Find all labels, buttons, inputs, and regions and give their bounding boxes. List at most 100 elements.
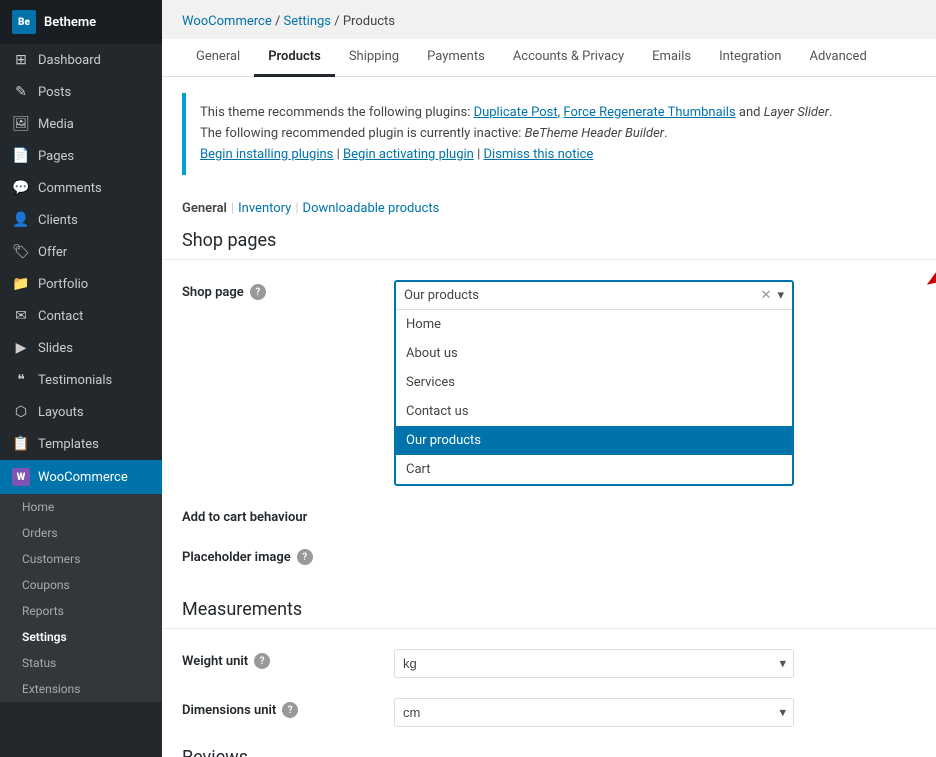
- sidebar-label-clients: Clients: [38, 213, 78, 228]
- sidebar-item-layouts[interactable]: ⬡ Layouts: [0, 396, 162, 428]
- sidebar-item-offer[interactable]: 🏷 Offer: [0, 236, 162, 268]
- shop-page-arrow-icon: ▾: [777, 288, 784, 303]
- submenu-item-status[interactable]: Status: [0, 650, 162, 676]
- comments-icon: 💬: [12, 180, 30, 196]
- sidebar-item-contact[interactable]: ✉ Contact: [0, 300, 162, 332]
- sub-tab-inventory[interactable]: Inventory: [238, 201, 291, 216]
- sidebar-logo: Be Betheme: [0, 0, 162, 44]
- shop-page-control: Our products ✕ ▾ Home About us Services …: [394, 280, 916, 486]
- dropdown-item-our-products[interactable]: Our products: [396, 426, 792, 455]
- notice-activate-link[interactable]: Begin activating plugin: [343, 147, 474, 162]
- submenu-item-settings[interactable]: Settings: [0, 624, 162, 650]
- weight-unit-select[interactable]: kg g lbs oz: [394, 649, 794, 678]
- dropdown-item-cart[interactable]: Cart: [396, 455, 792, 484]
- submenu-label-orders: Orders: [22, 526, 58, 540]
- sidebar-item-slides[interactable]: ▶ Slides: [0, 332, 162, 364]
- testimonials-icon: ❝: [12, 372, 30, 388]
- posts-icon: ✎: [12, 84, 30, 100]
- sidebar-label-posts: Posts: [38, 85, 71, 100]
- weight-unit-select-wrapper: kg g lbs oz: [394, 649, 794, 678]
- sidebar-label-templates: Templates: [38, 437, 99, 452]
- dimensions-unit-label: Dimensions unit ?: [182, 698, 382, 718]
- sidebar-item-woocommerce[interactable]: W WooCommerce: [0, 460, 162, 494]
- submenu-item-reports[interactable]: Reports: [0, 598, 162, 624]
- shop-page-dropdown[interactable]: Our products ✕ ▾ Home About us Services …: [394, 280, 794, 486]
- sidebar-label-offer: Offer: [38, 245, 67, 260]
- submenu-item-extensions[interactable]: Extensions: [0, 676, 162, 702]
- dimensions-unit-select-wrapper: cm m mm in yd: [394, 698, 794, 727]
- dashboard-icon: ⊞: [12, 52, 30, 68]
- sidebar-label-dashboard: Dashboard: [38, 53, 101, 68]
- sidebar-item-comments[interactable]: 💬 Comments: [0, 172, 162, 204]
- submenu-item-home[interactable]: Home: [0, 494, 162, 520]
- submenu-label-coupons: Coupons: [22, 578, 70, 592]
- offer-icon: 🏷: [12, 244, 30, 260]
- submenu-item-customers[interactable]: Customers: [0, 546, 162, 572]
- add-to-cart-label: Add to cart behaviour: [182, 506, 382, 525]
- notice-plugin2-link[interactable]: Force Regenerate Thumbnails: [563, 105, 735, 120]
- sidebar-label-layouts: Layouts: [38, 405, 84, 420]
- notice-line1-pre: This theme recommends the following plug…: [200, 105, 474, 120]
- weight-unit-control: kg g lbs oz: [394, 649, 916, 678]
- sub-tab-general[interactable]: General: [182, 201, 227, 216]
- weight-unit-help-icon[interactable]: ?: [254, 653, 270, 669]
- placeholder-image-label: Placeholder image ?: [182, 545, 382, 565]
- shop-page-clear-icon[interactable]: ✕: [761, 288, 772, 303]
- portfolio-icon: 📁: [12, 276, 30, 292]
- notice-plugin1-link[interactable]: Duplicate Post: [474, 105, 558, 120]
- notice-install-link[interactable]: Begin installing plugins: [200, 147, 333, 162]
- layouts-icon: ⬡: [12, 404, 30, 420]
- sidebar-item-dashboard[interactable]: ⊞ Dashboard: [0, 44, 162, 76]
- woocommerce-icon: W: [12, 468, 30, 486]
- placeholder-image-help-icon[interactable]: ?: [297, 549, 313, 565]
- tab-general[interactable]: General: [182, 39, 254, 77]
- tab-accounts-privacy[interactable]: Accounts & Privacy: [499, 39, 638, 77]
- dropdown-item-contact[interactable]: Contact us: [396, 397, 792, 426]
- tab-integration[interactable]: Integration: [705, 39, 795, 77]
- tab-advanced[interactable]: Advanced: [795, 39, 880, 77]
- breadcrumb-settings[interactable]: Settings: [284, 14, 331, 29]
- sidebar-item-pages[interactable]: 📄 Pages: [0, 140, 162, 172]
- shop-page-help-icon[interactable]: ?: [250, 284, 266, 300]
- dimensions-unit-select[interactable]: cm m mm in yd: [394, 698, 794, 727]
- sidebar-item-testimonials[interactable]: ❝ Testimonials: [0, 364, 162, 396]
- sidebar-item-posts[interactable]: ✎ Posts: [0, 76, 162, 108]
- sidebar-item-templates[interactable]: 📋 Templates: [0, 428, 162, 460]
- sub-tab-downloadable[interactable]: Downloadable products: [303, 201, 440, 216]
- submenu-item-coupons[interactable]: Coupons: [0, 572, 162, 598]
- shop-page-selected-value: Our products ✕ ▾: [396, 282, 792, 309]
- sidebar-label-comments: Comments: [38, 181, 102, 196]
- tab-shipping[interactable]: Shipping: [335, 39, 413, 77]
- submenu-item-orders[interactable]: Orders: [0, 520, 162, 546]
- dimensions-unit-control: cm m mm in yd: [394, 698, 916, 727]
- reviews-title-row: Reviews: [182, 737, 916, 757]
- sidebar-item-clients[interactable]: 👤 Clients: [0, 204, 162, 236]
- measurements-form: Weight unit ? kg g lbs oz: [162, 629, 936, 757]
- betheme-logo-icon: Be: [12, 10, 36, 34]
- sidebar-label-slides: Slides: [38, 341, 73, 356]
- notice-plugin4: BeTheme Header Builder: [525, 126, 664, 141]
- dropdown-item-home[interactable]: Home: [396, 310, 792, 339]
- add-to-cart-row: Add to cart behaviour: [182, 496, 916, 535]
- dimensions-unit-help-icon[interactable]: ?: [282, 702, 298, 718]
- breadcrumb-woocommerce[interactable]: WooCommerce: [182, 14, 272, 29]
- media-icon: 🖼: [12, 116, 30, 132]
- sidebar-item-portfolio[interactable]: 📁 Portfolio: [0, 268, 162, 300]
- notice-dismiss-link[interactable]: Dismiss this notice: [484, 147, 594, 162]
- tab-payments[interactable]: Payments: [413, 39, 499, 77]
- notice-plugin3: Layer Slider: [764, 105, 829, 120]
- sidebar-label-portfolio: Portfolio: [38, 277, 88, 292]
- pages-icon: 📄: [12, 148, 30, 164]
- breadcrumb: WooCommerce / Settings / Products: [162, 0, 936, 39]
- tab-emails[interactable]: Emails: [638, 39, 705, 77]
- sidebar-item-media[interactable]: 🖼 Media: [0, 108, 162, 140]
- tab-products[interactable]: Products: [254, 39, 335, 77]
- submenu-label-reports: Reports: [22, 604, 64, 618]
- dropdown-item-about[interactable]: About us: [396, 339, 792, 368]
- settings-content-area: General Products Shipping Payments Accou…: [162, 39, 936, 757]
- sidebar-label-testimonials: Testimonials: [38, 373, 112, 388]
- submenu-label-status: Status: [22, 656, 56, 670]
- sidebar-label-pages: Pages: [38, 149, 74, 164]
- dropdown-item-services[interactable]: Services: [396, 368, 792, 397]
- clients-icon: 👤: [12, 212, 30, 228]
